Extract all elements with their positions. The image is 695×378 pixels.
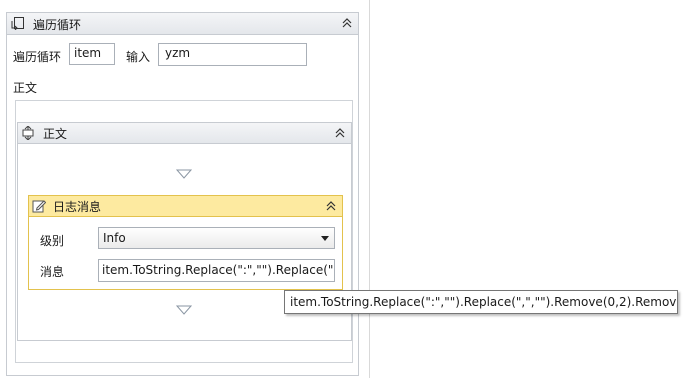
foreach-icon [11,17,24,30]
dropdown-arrow-icon[interactable] [321,236,329,241]
sequence-header[interactable]: 正文 [18,123,351,144]
sequence-icon [22,126,34,140]
foreach-title: 遍历循环 [33,18,82,32]
log-message-activity[interactable]: 日志消息 级别 Info 消息 item.ToString.Replace(":… [28,195,343,290]
body-drop-area[interactable]: 正文 日志消息 级别 Info 消息 item.ToString.Replace… [15,100,353,363]
message-label: 消息 [40,265,65,279]
foreach-header[interactable]: 遍历循环 [7,13,358,35]
canvas-divider [369,0,370,378]
foreach-activity[interactable]: 遍历循环 遍历循环 item 输入 yzm 正文 正文 日志消息 级别 Info… [6,12,359,376]
foreach-item-label: 遍历循环 [13,50,62,64]
item-variable-input[interactable]: item [69,43,115,65]
input-collection-field[interactable]: yzm [158,43,307,66]
collapse-icon[interactable] [333,126,347,140]
message-expression-input[interactable]: item.ToString.Replace(":","").Replace(", [98,259,335,282]
level-selected-value: Info [103,231,126,245]
collapse-icon[interactable] [324,199,338,213]
log-message-title: 日志消息 [53,200,102,214]
collapse-icon[interactable] [340,16,354,30]
log-message-header[interactable]: 日志消息 [29,196,342,217]
level-dropdown[interactable]: Info [98,227,335,249]
designer-canvas: 遍历循环 遍历循环 item 输入 yzm 正文 正文 日志消息 级别 Info… [0,0,369,378]
sequence-title: 正文 [43,127,68,141]
drop-target-arrow-icon[interactable] [176,169,192,179]
input-label: 输入 [126,50,151,64]
drop-target-arrow-icon[interactable] [176,305,192,315]
body-caption: 正文 [13,81,38,95]
level-label: 级别 [40,234,65,248]
expression-tooltip: item.ToString.Replace(":","").Replace(",… [284,290,678,314]
log-message-icon [32,200,46,213]
